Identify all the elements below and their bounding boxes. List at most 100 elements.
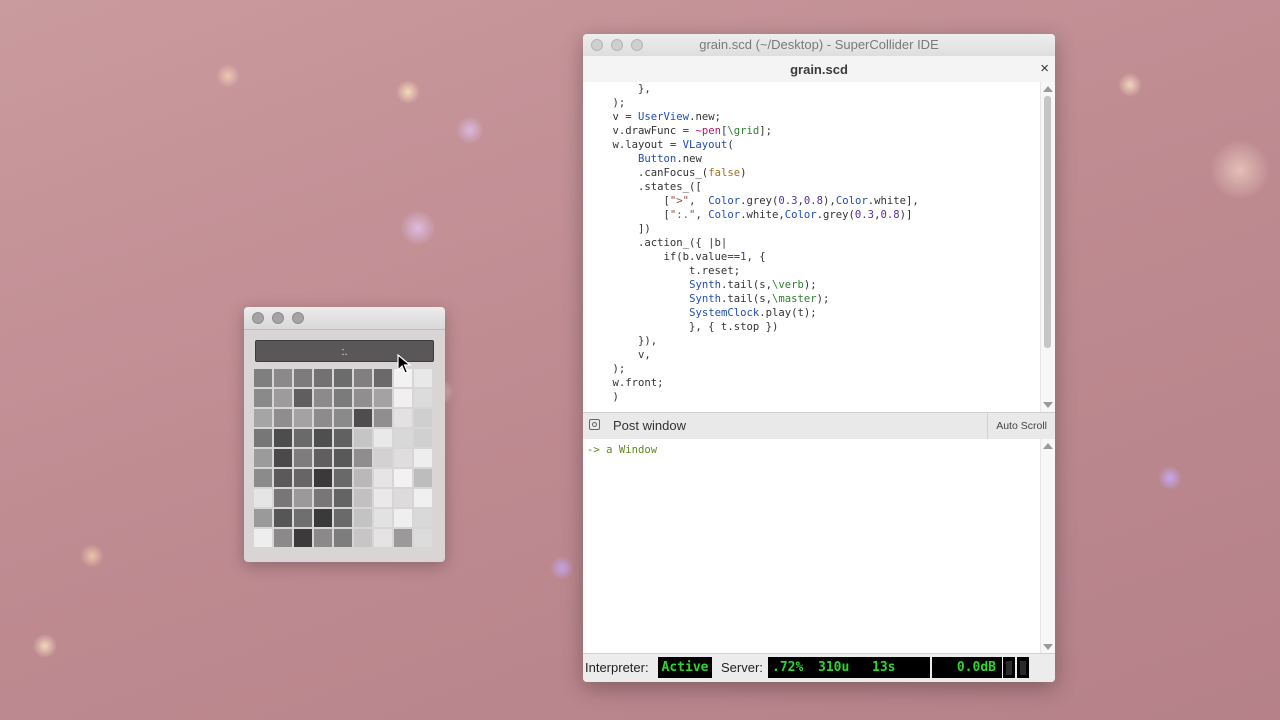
grid-cell[interactable] — [314, 509, 332, 527]
grid-cell[interactable] — [314, 489, 332, 507]
ide-titlebar[interactable]: grain.scd (~/Desktop) - SuperCollider ID… — [583, 34, 1055, 57]
grid-cell[interactable] — [354, 409, 372, 427]
grid-cell[interactable] — [254, 529, 272, 547]
grid-cell[interactable] — [314, 449, 332, 467]
grid-cell[interactable] — [374, 469, 392, 487]
grid-cell[interactable] — [374, 409, 392, 427]
grid-cell[interactable] — [294, 509, 312, 527]
grid-cell[interactable] — [354, 369, 372, 387]
code-text[interactable]: }, ); v = UserView.new; v.drawFunc = ~pe… — [583, 82, 1041, 404]
grid-cell[interactable] — [254, 489, 272, 507]
scroll-up-arrow-icon[interactable] — [1043, 86, 1053, 92]
grid-cell[interactable] — [334, 389, 352, 407]
grid-cell[interactable] — [254, 429, 272, 447]
post-window-output[interactable]: -> a Window — [583, 439, 1041, 654]
close-window-button[interactable] — [252, 312, 264, 324]
grid-cell[interactable] — [354, 489, 372, 507]
grid-cell[interactable] — [274, 529, 292, 547]
record-indicator[interactable] — [1017, 657, 1029, 678]
zoom-window-button[interactable] — [292, 312, 304, 324]
grid-cell[interactable] — [274, 489, 292, 507]
code-editor[interactable]: }, ); v = UserView.new; v.drawFunc = ~pe… — [583, 82, 1041, 412]
grid-cell[interactable] — [334, 489, 352, 507]
grid-cell[interactable] — [274, 389, 292, 407]
grid-cell[interactable] — [414, 369, 432, 387]
grid-cell[interactable] — [334, 529, 352, 547]
grid-cell[interactable] — [254, 509, 272, 527]
grid-cell[interactable] — [314, 389, 332, 407]
grid-cell[interactable] — [314, 529, 332, 547]
interpreter-status[interactable]: Active — [658, 657, 712, 678]
grid-cell[interactable] — [374, 389, 392, 407]
grid-cell[interactable] — [394, 469, 412, 487]
grid-cell[interactable] — [374, 529, 392, 547]
grid-cell[interactable] — [354, 509, 372, 527]
grid-cell[interactable] — [334, 409, 352, 427]
grid-cell[interactable] — [414, 529, 432, 547]
grid-cell[interactable] — [294, 429, 312, 447]
grid-cell[interactable] — [274, 449, 292, 467]
server-stats[interactable]: .72% 310u 13s — [768, 657, 930, 678]
grid-cell[interactable] — [394, 449, 412, 467]
grid-cell[interactable] — [254, 389, 272, 407]
grid-cell[interactable] — [354, 389, 372, 407]
grid-cell[interactable] — [394, 409, 412, 427]
grid-cell[interactable] — [254, 369, 272, 387]
grid-cell[interactable] — [414, 469, 432, 487]
editor-scrollbar[interactable] — [1040, 82, 1055, 412]
post-scrollbar[interactable] — [1040, 439, 1055, 654]
scroll-down-arrow-icon[interactable] — [1043, 402, 1053, 408]
grid-cell[interactable] — [314, 469, 332, 487]
grid-cell[interactable] — [274, 429, 292, 447]
grid-cell[interactable] — [354, 449, 372, 467]
grid-cell[interactable] — [414, 449, 432, 467]
grid-cell[interactable] — [334, 469, 352, 487]
grain-grid[interactable] — [254, 369, 434, 549]
grid-cell[interactable] — [334, 429, 352, 447]
grid-cell[interactable] — [334, 449, 352, 467]
grid-cell[interactable] — [374, 429, 392, 447]
grid-cell[interactable] — [414, 429, 432, 447]
mute-indicator[interactable] — [1003, 657, 1015, 678]
dock-toggle-icon[interactable] — [589, 419, 600, 430]
editor-scroll-thumb[interactable] — [1044, 96, 1051, 348]
auto-scroll-button[interactable]: Auto Scroll — [987, 413, 1055, 439]
grid-cell[interactable] — [374, 509, 392, 527]
document-tab[interactable]: grain.scd — [583, 62, 1055, 77]
grid-cell[interactable] — [414, 489, 432, 507]
grid-cell[interactable] — [314, 409, 332, 427]
grid-cell[interactable] — [294, 409, 312, 427]
grid-cell[interactable] — [294, 389, 312, 407]
grid-cell[interactable] — [314, 369, 332, 387]
grid-cell[interactable] — [414, 409, 432, 427]
grid-window-titlebar[interactable] — [244, 307, 445, 330]
grid-cell[interactable] — [354, 529, 372, 547]
grid-cell[interactable] — [274, 469, 292, 487]
grid-cell[interactable] — [274, 409, 292, 427]
grid-cell[interactable] — [254, 469, 272, 487]
grid-cell[interactable] — [274, 509, 292, 527]
grid-cell[interactable] — [374, 369, 392, 387]
scroll-down-arrow-icon[interactable] — [1043, 644, 1053, 650]
grid-cell[interactable] — [374, 449, 392, 467]
grid-cell[interactable] — [294, 489, 312, 507]
grid-cell[interactable] — [394, 489, 412, 507]
grid-cell[interactable] — [254, 409, 272, 427]
grid-cell[interactable] — [254, 449, 272, 467]
grid-cell[interactable] — [334, 369, 352, 387]
grid-cell[interactable] — [354, 429, 372, 447]
grid-cell[interactable] — [394, 529, 412, 547]
grid-cell[interactable] — [274, 369, 292, 387]
grid-cell[interactable] — [414, 509, 432, 527]
grid-cell[interactable] — [294, 449, 312, 467]
grid-cell[interactable] — [294, 369, 312, 387]
minimize-window-button[interactable] — [272, 312, 284, 324]
grid-cell[interactable] — [394, 429, 412, 447]
grid-cell[interactable] — [374, 489, 392, 507]
grid-cell[interactable] — [414, 389, 432, 407]
grid-cell[interactable] — [394, 509, 412, 527]
grid-cell[interactable] — [354, 469, 372, 487]
grid-cell[interactable] — [294, 529, 312, 547]
server-volume[interactable]: 0.0dB — [932, 657, 1002, 678]
grid-cell[interactable] — [334, 509, 352, 527]
